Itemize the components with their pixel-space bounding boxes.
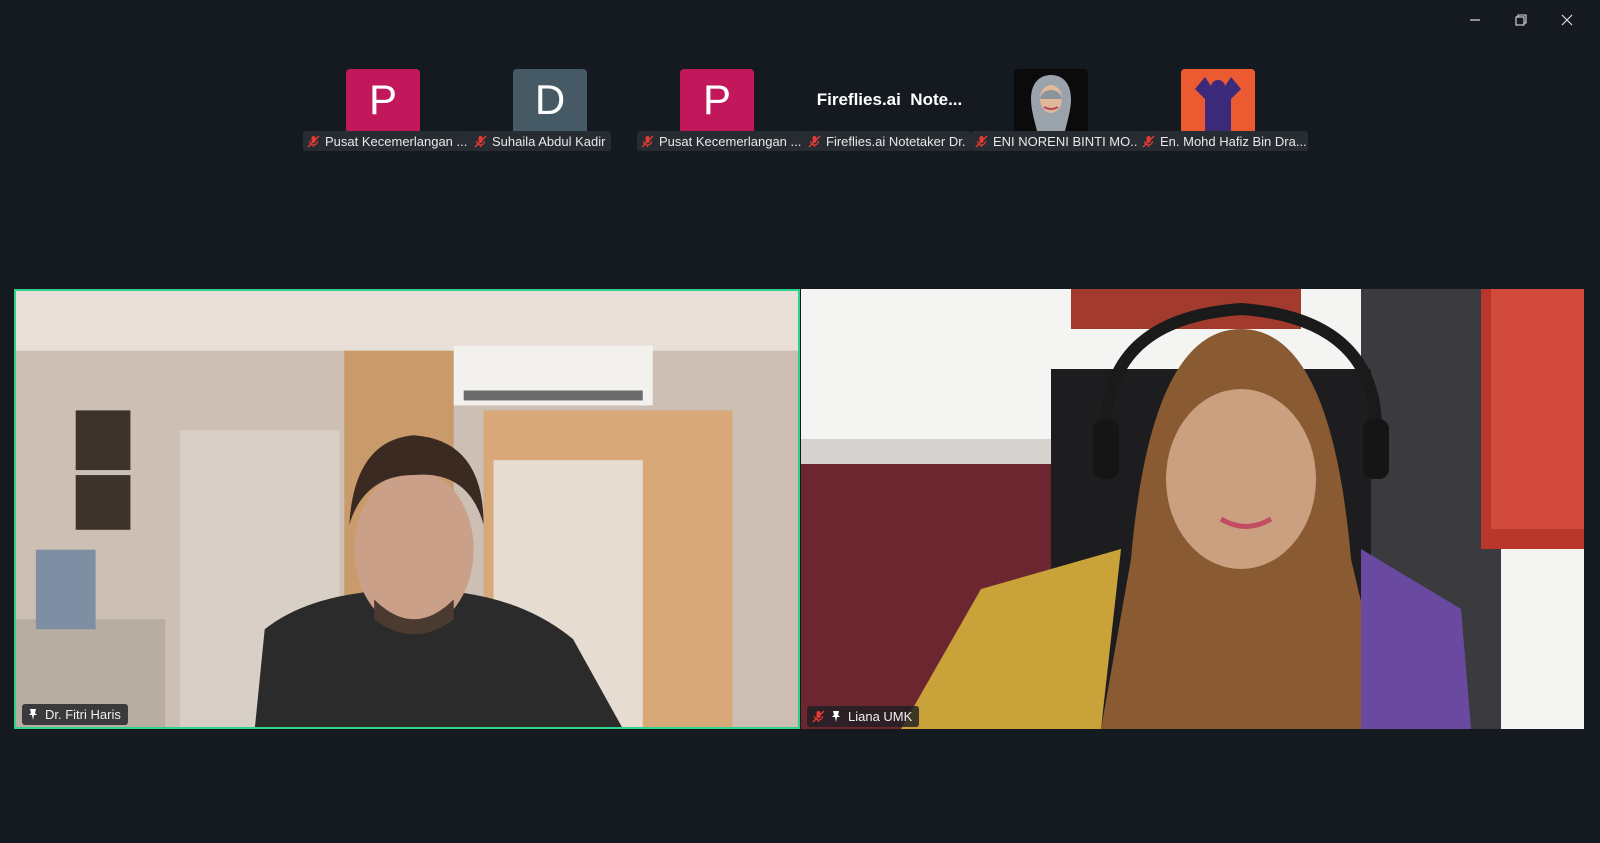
participant-tile[interactable]: Fireflies.ai Note... Fireflies.ai Noteta… <box>804 69 972 153</box>
participant-name-chip: ENI NORENI BINTI MO... <box>971 131 1141 151</box>
participant-photo <box>1014 69 1088 131</box>
video-feed <box>16 291 798 727</box>
restore-button[interactable] <box>1498 8 1544 32</box>
participant-name: Suhaila Abdul Kadir <box>492 133 606 149</box>
participant-name: Pusat Kecemerlangan ... <box>325 133 468 149</box>
minimize-button[interactable] <box>1452 8 1498 32</box>
video-name-label: Liana UMK <box>807 706 920 727</box>
pin-icon <box>29 709 37 720</box>
video-tile[interactable]: Liana UMK <box>801 289 1584 729</box>
muted-mic-icon <box>474 135 487 147</box>
avatar <box>1014 69 1088 131</box>
avatar <box>1181 69 1255 131</box>
participant-display-name: Fireflies.ai Note... <box>816 90 963 109</box>
participant-name: Fireflies.ai Notetaker Dr. <box>826 133 966 149</box>
video-name-label: Dr. Fitri Haris <box>22 704 128 725</box>
close-button[interactable] <box>1544 8 1590 32</box>
close-icon <box>1561 14 1573 26</box>
participant-name: En. Mohd Hafiz Bin Dra... <box>1160 133 1307 149</box>
muted-mic-icon <box>812 710 825 723</box>
participant-name-chip: Pusat Kecemerlangan ... <box>637 131 807 151</box>
participant-strip: P Pusat Kecemerlangan ... D Suhaila Abdu… <box>0 69 1600 153</box>
muted-mic-icon <box>975 135 988 147</box>
video-tile-active-speaker[interactable]: Dr. Fitri Haris <box>14 289 800 729</box>
participant-name: Dr. Fitri Haris <box>45 707 121 722</box>
avatar: P <box>680 69 754 131</box>
participant-tile[interactable]: P Pusat Kecemerlangan ... <box>303 69 473 153</box>
video-feed <box>801 289 1584 729</box>
minimize-icon <box>1470 19 1480 21</box>
participant-name: Pusat Kecemerlangan ... <box>659 133 802 149</box>
window-controls <box>1452 8 1590 32</box>
muted-mic-icon <box>808 135 821 147</box>
participant-name-chip: Fireflies.ai Notetaker Dr. <box>804 131 972 151</box>
restore-icon <box>1515 14 1527 26</box>
participant-name-chip: Suhaila Abdul Kadir <box>470 131 612 151</box>
participant-tile[interactable]: D Suhaila Abdul Kadir <box>470 69 633 153</box>
pin-icon <box>832 711 840 722</box>
participant-tile[interactable]: P Pusat Kecemerlangan ... <box>637 69 807 153</box>
muted-mic-icon <box>1142 135 1155 147</box>
muted-mic-icon <box>641 135 654 147</box>
muted-mic-icon <box>307 135 320 147</box>
participant-name: ENI NORENI BINTI MO... <box>993 133 1141 149</box>
participant-name-chip: Pusat Kecemerlangan ... <box>303 131 473 151</box>
participant-tile[interactable]: ENI NORENI BINTI MO... <box>971 69 1141 153</box>
participant-tile[interactable]: En. Mohd Hafiz Bin Dra... <box>1138 69 1308 153</box>
participant-photo <box>1181 69 1255 131</box>
avatar: D <box>513 69 587 131</box>
avatar: P <box>346 69 420 131</box>
participant-name: Liana UMK <box>848 709 913 724</box>
participant-name-chip: En. Mohd Hafiz Bin Dra... <box>1138 131 1308 151</box>
